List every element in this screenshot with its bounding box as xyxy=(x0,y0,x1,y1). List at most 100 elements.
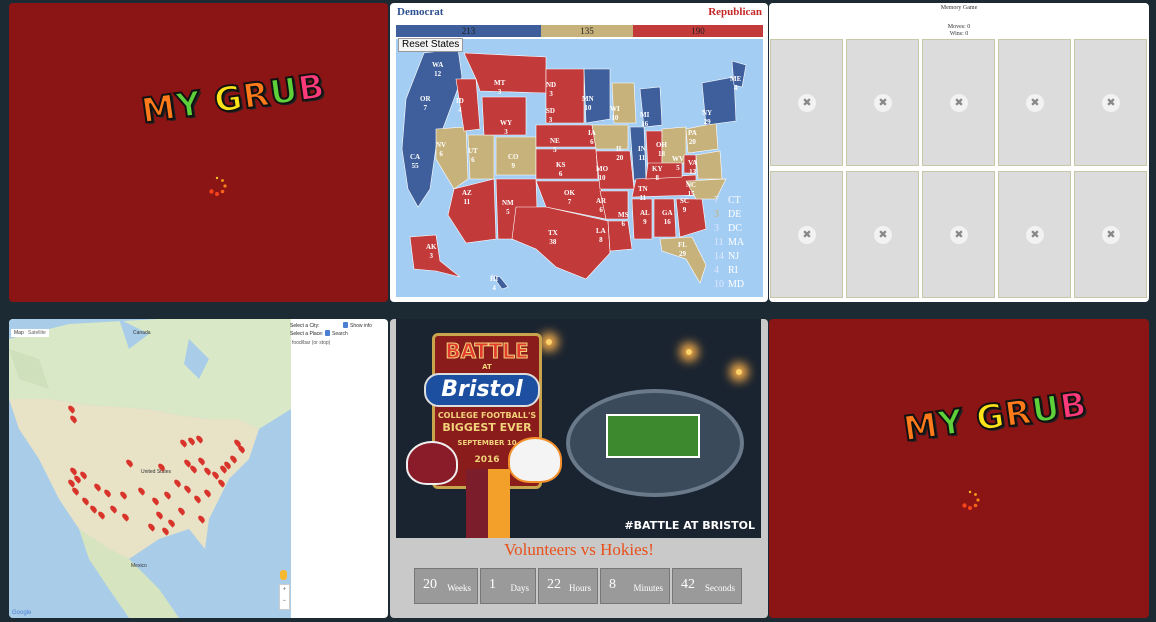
state-label-ak: AK 3 xyxy=(426,243,437,260)
broken-image-icon: ✖ xyxy=(1102,226,1120,244)
places-map-tile: Map Satellite Canada United States Mexic… xyxy=(9,319,388,618)
small-state-ma[interactable]: 11 MA xyxy=(714,237,744,248)
republican-label: Republican xyxy=(708,6,762,18)
countdown-tile: BATTLE AT Bristol COLLEGE FOOTBALL'S BIG… xyxy=(390,319,768,618)
state-label-az: AZ 11 xyxy=(462,189,472,206)
memory-card[interactable]: ✖ xyxy=(998,171,1071,298)
broken-image-icon: ✖ xyxy=(798,226,816,244)
wins-count: Wins: 0 xyxy=(949,31,969,37)
place-input[interactable]: food/bar (or stop) xyxy=(292,340,330,346)
place-select[interactable] xyxy=(325,330,330,336)
state-label-mt: MT 3 xyxy=(494,79,506,96)
volunteers-helmet-icon xyxy=(508,437,562,483)
map-label-canada: Canada xyxy=(133,330,151,336)
memory-card[interactable]: ✖ xyxy=(770,171,843,298)
state-label-nm: NM 5 xyxy=(502,199,514,216)
small-state-dc[interactable]: 3 DC xyxy=(714,223,742,234)
state-label-or: OR 7 xyxy=(420,95,431,112)
satellite-type-button[interactable]: Satellite xyxy=(25,329,49,337)
search-button[interactable]: Search xyxy=(332,331,348,337)
poster-venue: Bristol xyxy=(424,373,540,407)
broken-image-icon: ✖ xyxy=(950,226,968,244)
state-label-wa: WA 12 xyxy=(432,61,444,78)
state-label-il: IL 20 xyxy=(616,145,624,162)
show-info-button[interactable]: Show info xyxy=(350,323,372,329)
state-label-ok: OK 7 xyxy=(564,189,575,206)
memory-card[interactable]: ✖ xyxy=(998,39,1071,166)
state-label-oh: OH 18 xyxy=(656,141,667,158)
memory-card[interactable]: ✖ xyxy=(922,171,995,298)
pegman-icon[interactable] xyxy=(280,570,287,580)
state-label-ny: NY 29 xyxy=(702,109,713,126)
mygrub-logo: MY GRUB xyxy=(138,65,329,132)
state-label-ga: GA 16 xyxy=(662,209,673,226)
countdown-days: 1 Days xyxy=(480,568,536,604)
poster-hashtag: #BATTLE AT BRISTOL xyxy=(624,519,755,532)
democrat-label: Democrat xyxy=(397,6,444,18)
state-label-mn: MN 10 xyxy=(582,95,594,112)
mygrub-tile-bottom[interactable]: MY GRUB xyxy=(769,319,1149,618)
state-label-in: IN 11 xyxy=(638,145,646,162)
broken-image-icon: ✖ xyxy=(874,226,892,244)
state-label-ut: UT 6 xyxy=(468,147,478,164)
memory-card[interactable]: ✖ xyxy=(922,39,995,166)
election-map-tile: Democrat Republican 213 135 190 Reset St… xyxy=(390,3,768,302)
state-label-nd: ND 3 xyxy=(546,81,557,98)
mygrub-logo: MY GRUB xyxy=(900,383,1091,450)
broken-image-icon: ✖ xyxy=(1102,94,1120,112)
state-label-ar: AR 6 xyxy=(596,197,607,214)
small-state-de[interactable]: 3 DE xyxy=(714,209,741,220)
mygrub-tile-top[interactable]: MY GRUB xyxy=(9,3,388,302)
memory-title: Memory Game xyxy=(940,5,978,11)
memory-game-tile: Memory Game Moves: 0 Wins: 0 ✖ ✖ ✖ ✖ ✖ ✖ ✖ ✖ ✖ ✖ xyxy=(769,3,1149,302)
us-map[interactable] xyxy=(396,39,763,297)
broken-image-icon: ✖ xyxy=(1026,94,1044,112)
state-label-me: ME 4 xyxy=(730,75,742,92)
memory-card[interactable]: ✖ xyxy=(770,39,843,166)
state-label-sc: SC 9 xyxy=(680,197,689,214)
state-label-ky: KY 8 xyxy=(652,165,663,182)
countdown-minutes: 8 Minutes xyxy=(600,568,670,604)
memory-card[interactable]: ✖ xyxy=(1074,171,1147,298)
event-poster: BATTLE AT Bristol COLLEGE FOOTBALL'S BIG… xyxy=(396,319,761,538)
state-label-mi: MI 16 xyxy=(640,111,650,128)
state-label-ne: NE 5 xyxy=(550,137,560,154)
state-label-id: ID 4 xyxy=(456,97,464,114)
small-state-ct[interactable]: 7 CT xyxy=(714,195,741,206)
poster-tagline1: COLLEGE FOOTBALL'S xyxy=(437,411,537,420)
google-logo: Google xyxy=(12,610,32,616)
small-state-nj[interactable]: 14 NJ xyxy=(714,251,739,262)
matchup-headline: Volunteers vs Hokies! xyxy=(504,540,654,559)
countdown-hours: 22 Hours xyxy=(538,568,598,604)
memory-card[interactable]: ✖ xyxy=(846,39,919,166)
state-label-va: VA 13 xyxy=(688,159,698,176)
state-label-ms: MS 6 xyxy=(618,211,629,228)
broken-image-icon: ✖ xyxy=(1026,226,1044,244)
poster-tagline2: BIGGEST EVER xyxy=(442,421,532,434)
state-label-wv: WV 5 xyxy=(672,155,685,172)
dem-vote-bar: 213 xyxy=(396,25,541,37)
hokies-helmet-icon xyxy=(406,441,458,485)
small-state-md[interactable]: 10 MD xyxy=(714,279,744,290)
rep-vote-bar: 190 xyxy=(633,25,763,37)
state-label-pa: PA 20 xyxy=(688,129,697,146)
state-label-al: AL 9 xyxy=(640,209,650,226)
small-state-ri[interactable]: 4 RI xyxy=(714,265,738,276)
select-city-label: Select a City: xyxy=(290,323,320,329)
memory-card[interactable]: ✖ xyxy=(846,171,919,298)
broken-image-icon: ✖ xyxy=(874,94,892,112)
state-label-nc: NC 15 xyxy=(686,181,697,198)
map-label-us: United States xyxy=(141,469,172,475)
zoom-controls[interactable]: + − xyxy=(279,584,290,610)
poster-battle: BATTLE xyxy=(445,339,529,364)
state-label-wy: WY 3 xyxy=(500,119,513,136)
city-select[interactable] xyxy=(343,322,348,328)
memory-card[interactable]: ✖ xyxy=(1074,39,1147,166)
reset-states-button[interactable]: Reset States xyxy=(398,38,464,52)
loading-spinner-icon xyxy=(209,176,227,196)
state-label-ca: CA 55 xyxy=(410,153,421,170)
state-label-sd: SD 3 xyxy=(546,107,555,124)
broken-image-icon: ✖ xyxy=(798,94,816,112)
state-label-tx: TX 38 xyxy=(548,229,558,246)
moves-count: Moves: 0 xyxy=(947,24,971,30)
